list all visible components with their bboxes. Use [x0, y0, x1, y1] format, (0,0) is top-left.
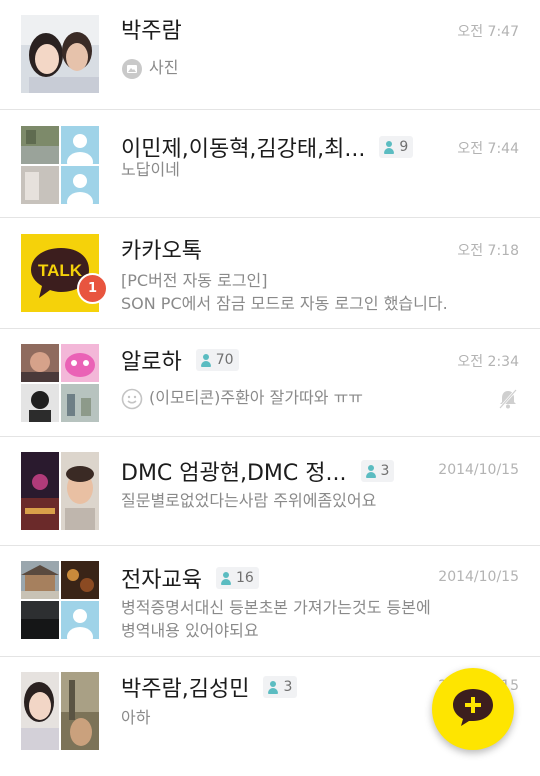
- default-profile-icon: [61, 166, 99, 204]
- emoticon-icon: [121, 388, 143, 410]
- chat-avatar: [21, 452, 99, 530]
- avatar-photo: [21, 452, 59, 530]
- person-icon: [365, 464, 377, 478]
- chat-preview-text: 아하: [121, 708, 151, 727]
- chat-title: 박주람,김성민: [121, 677, 250, 702]
- chat-row[interactable]: 알로하 70 오전 2:34 (이모티콘)주환아 잘가따와 ㅠㅠ: [0, 329, 540, 437]
- photo-icon: [121, 58, 143, 80]
- chat-preview: (이모티콘)주환아 잘가따와 ㅠㅠ: [121, 386, 363, 410]
- chat-title: DMC 엄광현,DMC 정...: [121, 461, 347, 486]
- chat-preview-line: 병적증명서대신 등본초본 가져가는것도 등본에: [121, 598, 431, 617]
- avatar-photo: [61, 384, 99, 422]
- chat-preview-text: 사진: [149, 58, 179, 77]
- chat-preview-text: 질문별로없었다는사람 주위에좀있어요: [121, 491, 377, 510]
- chat-preview-line: [PC버전 자동 로그인]: [121, 271, 268, 290]
- chat-preview-text: (이모티콘)주환아 잘가따와 ㅠㅠ: [149, 388, 364, 407]
- person-icon: [220, 571, 232, 585]
- chat-row[interactable]: 이민제,이동혁,김강태,최... 9 오전 7:44 노답이네: [0, 110, 540, 218]
- avatar-photo: [61, 344, 99, 382]
- new-chat-button[interactable]: [432, 668, 514, 750]
- avatar-photo: [21, 672, 59, 750]
- member-count-badge: 9: [379, 136, 414, 158]
- avatar-photo: [21, 601, 59, 639]
- chat-preview: 병적증명서대신 등본초본 가져가는것도 등본에 병역내용 있어야되요: [121, 596, 431, 642]
- avatar-photo: [61, 452, 99, 530]
- member-count-badge: 70: [195, 349, 239, 371]
- chat-row[interactable]: TALK 1 카카오톡 오전 7:18 [PC버전 자동 로그인] SON PC…: [0, 218, 540, 329]
- chat-avatar: [21, 561, 99, 639]
- member-count-badge: 3: [360, 460, 395, 482]
- avatar-photo: [21, 166, 59, 204]
- member-count-badge: 16: [215, 567, 259, 589]
- chat-preview-line: SON PC에서 잠금 모드로 자동 로그인 했습니다.: [121, 294, 448, 313]
- chat-time: 오전 7:18: [457, 243, 519, 259]
- chat-time: 오전 7:47: [457, 24, 519, 40]
- chat-preview: 노답이네: [121, 158, 180, 181]
- chat-preview: 아하: [121, 706, 150, 729]
- chat-row[interactable]: 박주람 오전 7:47 사진: [0, 0, 540, 110]
- avatar-photo: [21, 344, 59, 382]
- mute-bell-icon: [498, 388, 518, 414]
- person-icon: [383, 140, 395, 154]
- chat-preview-text: 노답이네: [121, 160, 180, 179]
- chat-time: 2014/10/15: [438, 569, 519, 585]
- chat-time: 오전 2:34: [457, 354, 519, 370]
- talk-logo-text: TALK: [38, 261, 83, 280]
- default-profile-icon: [61, 126, 99, 164]
- chat-title: 알로하: [121, 350, 182, 375]
- avatar-photo: [61, 561, 99, 599]
- chat-preview-line: 병역내용 있어야되요: [121, 621, 259, 640]
- chat-time: 오전 7:44: [457, 141, 519, 157]
- chat-title: 전자교육: [121, 568, 202, 593]
- chat-row[interactable]: DMC 엄광현,DMC 정... 3 2014/10/15 질문별로없었다는사람…: [0, 437, 540, 546]
- chat-preview: 질문별로없었다는사람 주위에좀있어요: [121, 489, 376, 512]
- avatar-photo: [21, 384, 59, 422]
- chat-avatar: [21, 15, 99, 93]
- chat-title: 카카오톡: [121, 239, 202, 264]
- chat-preview: 사진: [121, 56, 178, 80]
- avatar-photo: [61, 672, 99, 750]
- chat-list: 박주람 오전 7:47 사진 이민제,이동혁,김강태,최... 9 오전 7:4…: [0, 0, 540, 776]
- avatar-photo: [21, 126, 59, 164]
- member-count-badge: 3: [263, 676, 298, 698]
- chat-row[interactable]: 전자교육 16 2014/10/15 병적증명서대신 등본초본 가져가는것도 등…: [0, 546, 540, 657]
- new-chat-plus-icon: [451, 687, 495, 731]
- default-profile-icon: [61, 601, 99, 639]
- chat-avatar: [21, 126, 99, 204]
- person-icon: [200, 353, 212, 367]
- unread-count-badge: 1: [77, 273, 108, 304]
- chat-preview: [PC버전 자동 로그인] SON PC에서 잠금 모드로 자동 로그인 했습니…: [121, 269, 448, 315]
- chat-avatar: [21, 672, 99, 750]
- chat-avatar: [21, 344, 99, 422]
- chat-title: 박주람: [121, 19, 182, 44]
- avatar-photo: [21, 561, 59, 599]
- person-icon: [267, 680, 279, 694]
- chat-time: 2014/10/15: [438, 462, 519, 478]
